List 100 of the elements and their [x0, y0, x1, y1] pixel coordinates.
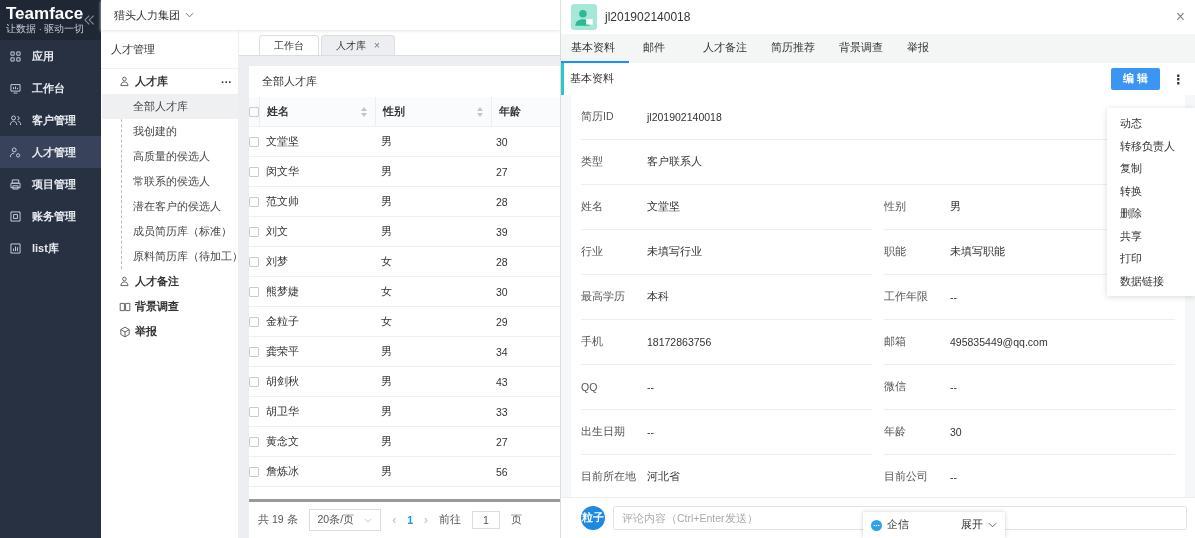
- field-label: 年龄: [884, 425, 907, 439]
- page-tab[interactable]: 人才库 ×: [321, 35, 395, 55]
- submenu-item[interactable]: 原料简历库（待加工）: [102, 244, 238, 269]
- page-input[interactable]: 1: [471, 511, 500, 529]
- close-icon[interactable]: ×: [374, 36, 380, 55]
- submenu-item[interactable]: 成员简历库（标准）: [102, 219, 238, 244]
- goto-label: 前往: [438, 513, 461, 527]
- collapse-icon[interactable]: [84, 14, 95, 26]
- submenu-title: 人才管理: [101, 30, 238, 69]
- table-cell-text: 27: [495, 434, 509, 450]
- nav-icon: [9, 113, 22, 127]
- page-tab[interactable]: 工作台: [259, 35, 319, 55]
- menu-item[interactable]: 转移负责人: [1107, 134, 1195, 157]
- submenu-group[interactable]: 背景调查: [101, 294, 238, 319]
- page-size-select[interactable]: 20条/页: [308, 509, 382, 531]
- chat-bar[interactable]: 企信 展开: [863, 512, 1005, 538]
- checkbox[interactable]: [249, 106, 259, 117]
- nav-item[interactable]: 账务管理: [0, 200, 101, 232]
- table-cell-text: 龚荣平: [265, 343, 300, 359]
- menu-item[interactable]: 转换: [1107, 179, 1195, 202]
- table-cell-text: 熊梦婕: [265, 283, 300, 299]
- table-cell-text: 男: [380, 133, 393, 149]
- table-cell-text: 黄念文: [265, 433, 300, 449]
- menu-item[interactable]: 动态: [1107, 112, 1195, 135]
- table-cell-text: 30: [495, 284, 509, 300]
- table-cell-text: 胡卫华: [265, 403, 300, 419]
- sort-icon[interactable]: [477, 106, 483, 117]
- submenu-item[interactable]: 我创建的: [102, 119, 238, 144]
- table-cell-text: 男: [380, 163, 393, 179]
- table-cell-text: 闵文华: [265, 163, 300, 179]
- table-cell-text: 男: [380, 433, 393, 449]
- sort-icon[interactable]: [361, 106, 367, 117]
- field-label: 目前公司: [884, 470, 929, 484]
- checkbox[interactable]: [249, 346, 259, 357]
- chevron-icon: [185, 12, 194, 18]
- record-title: jl201902140018: [605, 10, 692, 24]
- page-suffix: 页: [510, 513, 522, 527]
- company-switcher[interactable]: 猎头人力集团: [114, 7, 194, 23]
- detail-tab[interactable]: 背景调查: [829, 34, 893, 63]
- menu-item[interactable]: 打印: [1107, 247, 1195, 270]
- checkbox[interactable]: [249, 196, 259, 207]
- checkbox[interactable]: [249, 256, 259, 267]
- field-value: 495835449@qq.com: [950, 336, 1048, 348]
- column-header[interactable]: 性别: [375, 97, 491, 126]
- detail-tab[interactable]: 基本资料: [561, 34, 629, 63]
- field-label: 姓名: [581, 200, 604, 214]
- nav-item[interactable]: 人才管理: [0, 136, 101, 168]
- nav-item[interactable]: 项目管理: [0, 168, 101, 200]
- table-cell-text: 男: [380, 373, 393, 389]
- checkbox[interactable]: [249, 136, 259, 147]
- table-cell-text: 刘梦: [265, 253, 289, 269]
- table-cell-text: 33: [495, 404, 509, 420]
- table-cell-text: 刘文: [265, 223, 289, 239]
- submenu-item[interactable]: 全部人才库: [102, 94, 238, 119]
- nav-item[interactable]: 客户管理: [0, 104, 101, 136]
- checkbox[interactable]: [249, 316, 259, 327]
- submenu-item[interactable]: 常联系的侯选人: [102, 169, 238, 194]
- checkbox[interactable]: [249, 466, 259, 477]
- field-label: 类型: [581, 155, 604, 169]
- column-header[interactable]: 姓名: [259, 97, 375, 126]
- field-value: --: [950, 381, 957, 393]
- logo-text: Teamface: [6, 4, 85, 23]
- field-value: 河北省: [647, 470, 680, 484]
- submenu-item[interactable]: 潜在客户的侯选人: [102, 194, 238, 219]
- detail-tab[interactable]: 人才备注: [693, 34, 757, 63]
- more-icon[interactable]: ···: [221, 75, 232, 88]
- table-cell-text: 詹炼冰: [265, 463, 300, 479]
- table-cell-text: 男: [380, 343, 393, 359]
- submenu-item[interactable]: 高质量的侯选人: [102, 144, 238, 169]
- detail-tab[interactable]: 举报: [897, 34, 953, 63]
- detail-tab[interactable]: 简历推荐: [761, 34, 825, 63]
- table-cell-text: 43: [495, 374, 509, 390]
- checkbox[interactable]: [249, 376, 259, 387]
- menu-item[interactable]: 复制: [1107, 157, 1195, 180]
- menu-item[interactable]: 删除: [1107, 202, 1195, 225]
- detail-tab[interactable]: 邮件: [633, 34, 689, 63]
- submenu-group[interactable]: 人才备注: [101, 269, 238, 294]
- user-avatar: 粒子: [581, 506, 605, 530]
- checkbox[interactable]: [249, 226, 259, 237]
- menu-item[interactable]: 数据链接: [1107, 269, 1195, 292]
- checkbox[interactable]: [249, 286, 259, 297]
- table-cell-text: 30: [495, 134, 509, 150]
- checkbox[interactable]: [249, 166, 259, 177]
- nav-item[interactable]: list库: [0, 232, 101, 264]
- group-icon: [119, 325, 131, 338]
- table-cell-text: 文堂坚: [265, 133, 300, 149]
- nav-icon: [9, 81, 22, 95]
- expand-link[interactable]: 展开: [961, 518, 983, 532]
- submenu-group[interactable]: 人才库 ···: [101, 69, 238, 94]
- table-cell-text: 56: [495, 464, 509, 480]
- close-button[interactable]: ×: [1175, 8, 1185, 26]
- submenu-group[interactable]: 举报: [101, 319, 238, 344]
- table-cell-text: 女: [380, 283, 393, 299]
- menu-item[interactable]: 共享: [1107, 224, 1195, 247]
- checkbox[interactable]: [249, 436, 259, 447]
- nav-item[interactable]: 工作台: [0, 72, 101, 104]
- nav-item[interactable]: 应用: [0, 40, 101, 72]
- more-button[interactable]: ⋮: [1172, 71, 1185, 87]
- section-title: 基本资料: [570, 72, 615, 86]
- checkbox[interactable]: [249, 406, 259, 417]
